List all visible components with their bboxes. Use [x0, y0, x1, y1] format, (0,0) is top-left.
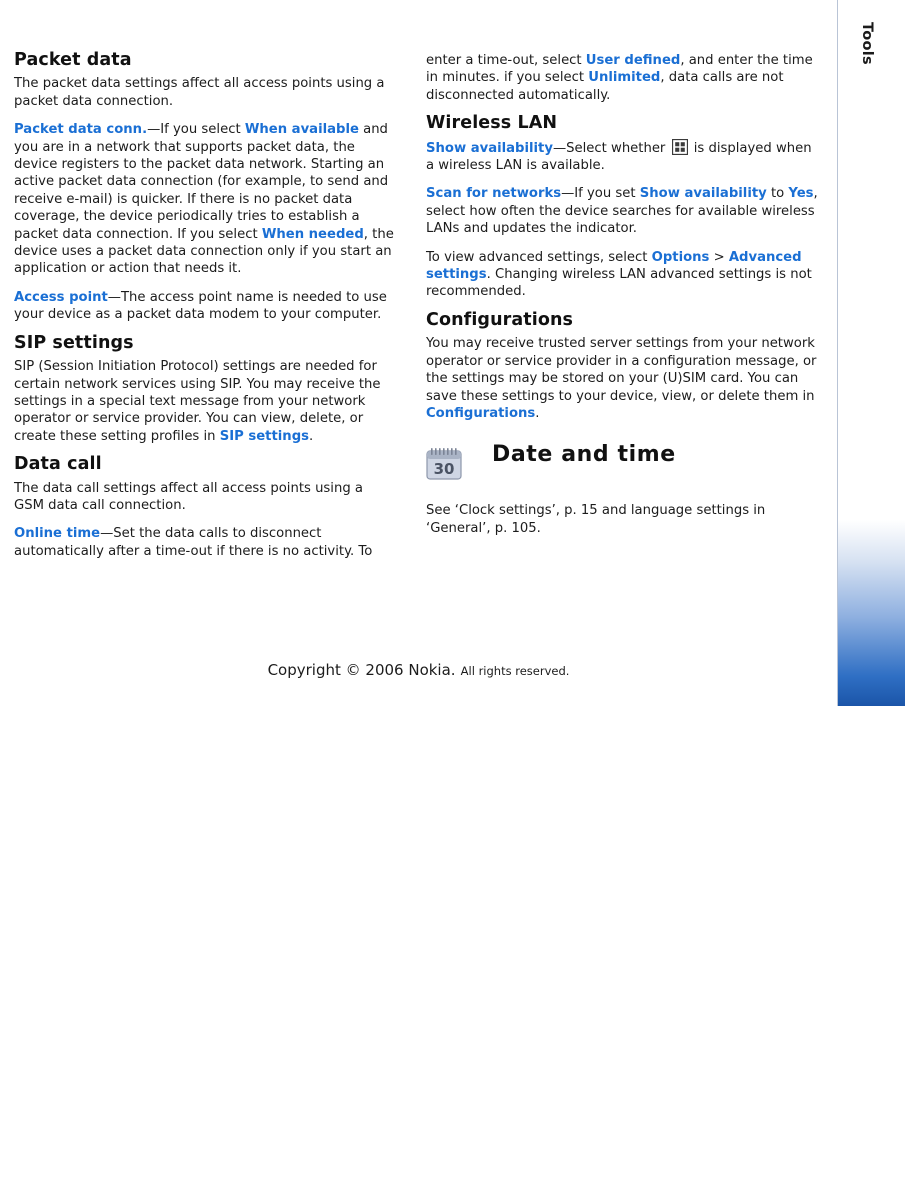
- footer: Copyright © 2006 Nokia. All rights reser…: [0, 660, 837, 679]
- paragraph-packet-data-conn: Packet data conn.—If you select When ava…: [14, 121, 396, 278]
- text-1: —If you select: [147, 122, 245, 138]
- value-when-available: When available: [244, 122, 359, 138]
- paragraph-scan-for-networks: Scan for networks—If you set Show availa…: [426, 185, 818, 237]
- right-column: enter a time-out, select User defined, a…: [426, 52, 818, 548]
- paragraph-timeout-continued: enter a time-out, select User defined, a…: [426, 52, 818, 104]
- text-2: and you are in a network that supports p…: [14, 122, 389, 242]
- value-configurations: Configurations: [426, 405, 536, 421]
- paragraph-online-time: Online time—Set the data calls to discon…: [14, 525, 396, 560]
- paragraph-configurations: You may receive trusted server settings …: [426, 335, 818, 422]
- sidebar-tab: 111 Tools: [837, 0, 905, 1199]
- text-2: .: [308, 428, 314, 444]
- value-when-needed: When needed: [261, 226, 364, 242]
- manual-page: Packet data The packet data settings aff…: [0, 0, 905, 1199]
- rights-text: All rights reserved.: [460, 664, 570, 678]
- paragraph-see-clock-settings: See ‘Clock settings’, p. 15 and language…: [426, 503, 766, 536]
- svg-text:30: 30: [434, 460, 455, 478]
- paragraph-data-call-intro: The data call settings affect all access…: [14, 480, 363, 513]
- paragraph-packet-data-intro: The packet data settings affect all acce…: [14, 76, 385, 109]
- text-1: —If you set: [561, 186, 640, 202]
- text-1: SIP (Session Initiation Protocol) settin…: [14, 359, 381, 444]
- value-yes: Yes: [788, 186, 814, 202]
- text-1: —Select whether: [552, 140, 670, 156]
- heading-configurations: Configurations: [426, 309, 574, 330]
- paragraph-sip: SIP (Session Initiation Protocol) settin…: [14, 358, 396, 445]
- text-1: To view advanced settings, select: [426, 249, 652, 265]
- page-number: 111: [852, 1168, 905, 1199]
- text-2: .: [535, 405, 540, 421]
- sidebar-chapter-label: Tools: [859, 22, 875, 65]
- term-scan-for-networks: Scan for networks: [426, 186, 562, 202]
- paragraph-access-point: Access point—The access point name is ne…: [14, 289, 396, 324]
- copyright-text: Copyright © 2006 Nokia.: [267, 661, 456, 679]
- value-sip-settings: SIP settings: [219, 428, 309, 444]
- left-column: Packet data The packet data settings aff…: [14, 50, 396, 571]
- sidebar-gradient-block: 111: [838, 520, 905, 1199]
- term-show-availability: Show availability: [426, 140, 553, 156]
- value-show-availability: Show availability: [639, 186, 767, 202]
- text-1: You may receive trusted server settings …: [426, 336, 817, 404]
- text-2: to: [766, 186, 789, 202]
- chapter-heading-date-and-time: 30 Date and time: [426, 442, 818, 488]
- term-packet-data-conn: Packet data conn.: [14, 122, 148, 138]
- heading-packet-data: Packet data: [14, 50, 132, 70]
- value-user-defined: User defined: [585, 53, 681, 68]
- value-unlimited: Unlimited: [588, 70, 661, 86]
- heading-sip-settings: SIP settings: [14, 332, 134, 353]
- text-1: enter a time-out, select: [426, 53, 586, 68]
- calendar-30-icon: 30: [426, 446, 462, 482]
- paragraph-advanced-settings: To view advanced settings, select Option…: [426, 249, 818, 301]
- chapter-title: Date and time: [492, 442, 676, 468]
- value-options: Options: [651, 249, 710, 265]
- heading-data-call: Data call: [14, 454, 102, 475]
- term-online-time: Online time: [14, 526, 101, 542]
- term-access-point: Access point: [14, 289, 108, 305]
- heading-wireless-lan: Wireless LAN: [426, 113, 558, 134]
- wlan-availability-icon: [671, 138, 688, 155]
- paragraph-show-availability: Show availability—Select whether is disp…: [426, 138, 818, 175]
- text-2: >: [709, 249, 729, 265]
